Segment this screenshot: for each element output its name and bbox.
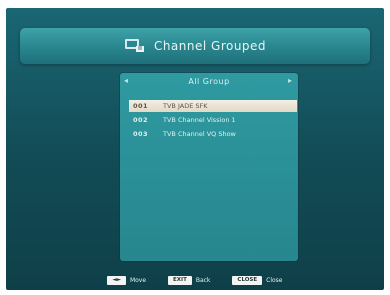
move-label: Move: [129, 276, 147, 284]
menu-title: Channel Grouped: [153, 39, 267, 53]
menu-header: Channel Grouped: [20, 28, 370, 64]
group-title: All Group: [188, 76, 230, 86]
exit-key: EXIT: [168, 275, 192, 285]
hint-close: CLOSE Close: [232, 275, 283, 285]
hint-move: ◄► Move: [107, 275, 147, 285]
channel-group-icon: [124, 37, 146, 55]
hint-back: EXIT Back: [168, 275, 211, 285]
channel-name: TVB JADE SFK: [163, 102, 208, 110]
button-hints: ◄► Move EXIT Back CLOSE Close: [6, 270, 384, 290]
channel-list: 001 TVB JADE SFK 002 TVB Channel Vission…: [129, 100, 297, 142]
channel-row[interactable]: 001 TVB JADE SFK: [129, 100, 297, 112]
tv-screen: Channel Grouped ◂ All Group ▸ 001 TVB JA…: [6, 8, 384, 290]
arrow-right-icon[interactable]: ▸: [288, 77, 294, 85]
group-panel: ◂ All Group ▸ 001 TVB JADE SFK 002 TVB C…: [120, 73, 298, 261]
channel-number: 001: [133, 102, 149, 110]
close-label: Close: [266, 276, 283, 284]
close-key: CLOSE: [232, 275, 263, 285]
channel-name: TVB Channel VQ Show: [163, 130, 236, 138]
arrow-left-icon[interactable]: ◂: [124, 77, 130, 85]
channel-row[interactable]: 002 TVB Channel Vission 1: [129, 114, 297, 126]
channel-name: TVB Channel Vission 1: [163, 116, 236, 124]
group-selector[interactable]: ◂ All Group ▸: [124, 76, 294, 86]
back-label: Back: [195, 276, 211, 284]
channel-number: 003: [133, 130, 149, 138]
channel-number: 002: [133, 116, 149, 124]
move-key: ◄►: [107, 275, 126, 285]
channel-row[interactable]: 003 TVB Channel VQ Show: [129, 128, 297, 140]
